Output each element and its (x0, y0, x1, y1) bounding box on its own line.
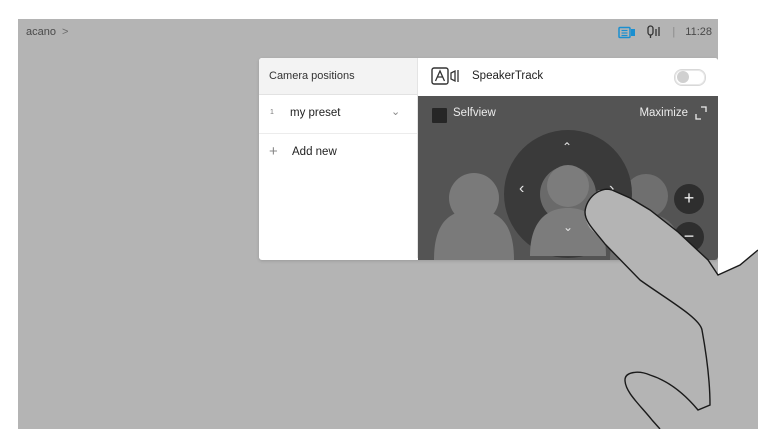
pan-right-button[interactable]: › (609, 180, 614, 198)
preset-item[interactable]: 1 my preset ⌄ (259, 95, 417, 134)
selfview-label: Selfview (453, 107, 496, 119)
zoom-out-icon: − (683, 226, 695, 246)
add-new-preset-button[interactable]: + Add new (259, 134, 417, 172)
microphone-icon[interactable] (646, 25, 662, 39)
zoom-out-button[interactable]: − (674, 222, 704, 252)
breadcrumb-label: acano (26, 26, 56, 38)
camera-positions-pane: Camera positions 1 my preset ⌄ + Add new (259, 58, 418, 258)
plus-icon: + (269, 143, 278, 160)
chevron-down-icon[interactable]: ⌄ (391, 105, 400, 118)
speakertrack-camera-icon (431, 67, 459, 85)
zoom-in-icon: + (683, 188, 695, 208)
selfview-checkbox[interactable] (432, 108, 447, 123)
clock: 11:28 (685, 26, 712, 38)
video-camera-icon[interactable] (618, 26, 636, 39)
add-new-label: Add new (292, 146, 337, 158)
screen: acano > | 11:28 Camera positions 1 my pr… (18, 19, 718, 429)
zoom-in-button[interactable]: + (674, 184, 704, 214)
preset-name: my preset (290, 107, 341, 119)
chevron-right-icon: > (62, 26, 69, 38)
camera-preview-people (434, 130, 682, 260)
selfview-video[interactable]: Selfview Maximize ⌃ ‹ › ⌄ + − (418, 96, 718, 260)
speakertrack-bar: SpeakerTrack (418, 58, 718, 96)
breadcrumb[interactable]: acano > (26, 26, 68, 38)
speakertrack-toggle[interactable] (674, 69, 706, 86)
camera-control-panel: Camera positions 1 my preset ⌄ + Add new… (259, 58, 718, 260)
camera-view-pane: SpeakerTrack Selfview Maximize ⌃ ‹ › ⌄ +… (418, 58, 718, 260)
pan-left-button[interactable]: ‹ (519, 180, 524, 198)
status-separator: | (672, 26, 676, 38)
top-bar: acano > | 11:28 (18, 19, 718, 47)
maximize-icon[interactable] (694, 105, 708, 121)
tilt-up-button[interactable]: ⌃ (562, 140, 572, 154)
speakertrack-label: SpeakerTrack (472, 70, 544, 82)
maximize-label[interactable]: Maximize (639, 107, 688, 119)
status-area: | 11:28 (618, 25, 712, 39)
toggle-knob (677, 71, 689, 83)
preset-number: 1 (270, 109, 274, 116)
camera-positions-title: Camera positions (259, 58, 417, 95)
tilt-down-button[interactable]: ⌄ (563, 220, 573, 234)
